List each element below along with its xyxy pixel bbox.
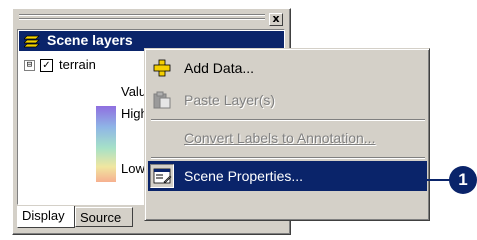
tab-display[interactable]: Display xyxy=(17,206,75,228)
menu-item-add-data[interactable]: Add Data... xyxy=(148,53,427,83)
add-data-icon xyxy=(153,59,171,77)
color-ramp xyxy=(96,106,116,182)
menu-item-scene-properties[interactable]: Scene Properties... xyxy=(148,161,427,191)
context-menu: Add Data... Paste Layer(s) Convert Label… xyxy=(144,48,430,221)
menu-separator xyxy=(151,157,425,159)
scene-layers-icon xyxy=(24,35,40,48)
paste-icon xyxy=(153,91,171,109)
tab-source[interactable]: Source xyxy=(75,207,133,227)
menu-item-label: Paste Layer(s) xyxy=(184,92,276,108)
panel-grip[interactable] xyxy=(19,14,265,24)
close-button[interactable]: x xyxy=(269,13,283,26)
menu-item-label: Scene Properties... xyxy=(184,168,304,184)
layer-visibility-checkbox[interactable]: ✓ xyxy=(40,59,53,72)
properties-icon xyxy=(153,168,172,184)
menu-item-convert-labels[interactable]: Convert Labels to Annotation... xyxy=(148,123,427,153)
callout-line xyxy=(372,179,455,181)
collapse-icon[interactable]: ⊟ xyxy=(24,60,35,71)
callout-number: 1 xyxy=(449,166,477,194)
panel-title: Scene layers xyxy=(47,32,133,48)
menu-item-label: Add Data... xyxy=(184,60,255,76)
menu-item-label: Convert Labels to Annotation... xyxy=(184,130,376,146)
menu-item-paste-layers[interactable]: Paste Layer(s) xyxy=(148,85,427,115)
menu-separator xyxy=(151,119,425,121)
layer-name[interactable]: terrain xyxy=(59,57,96,72)
